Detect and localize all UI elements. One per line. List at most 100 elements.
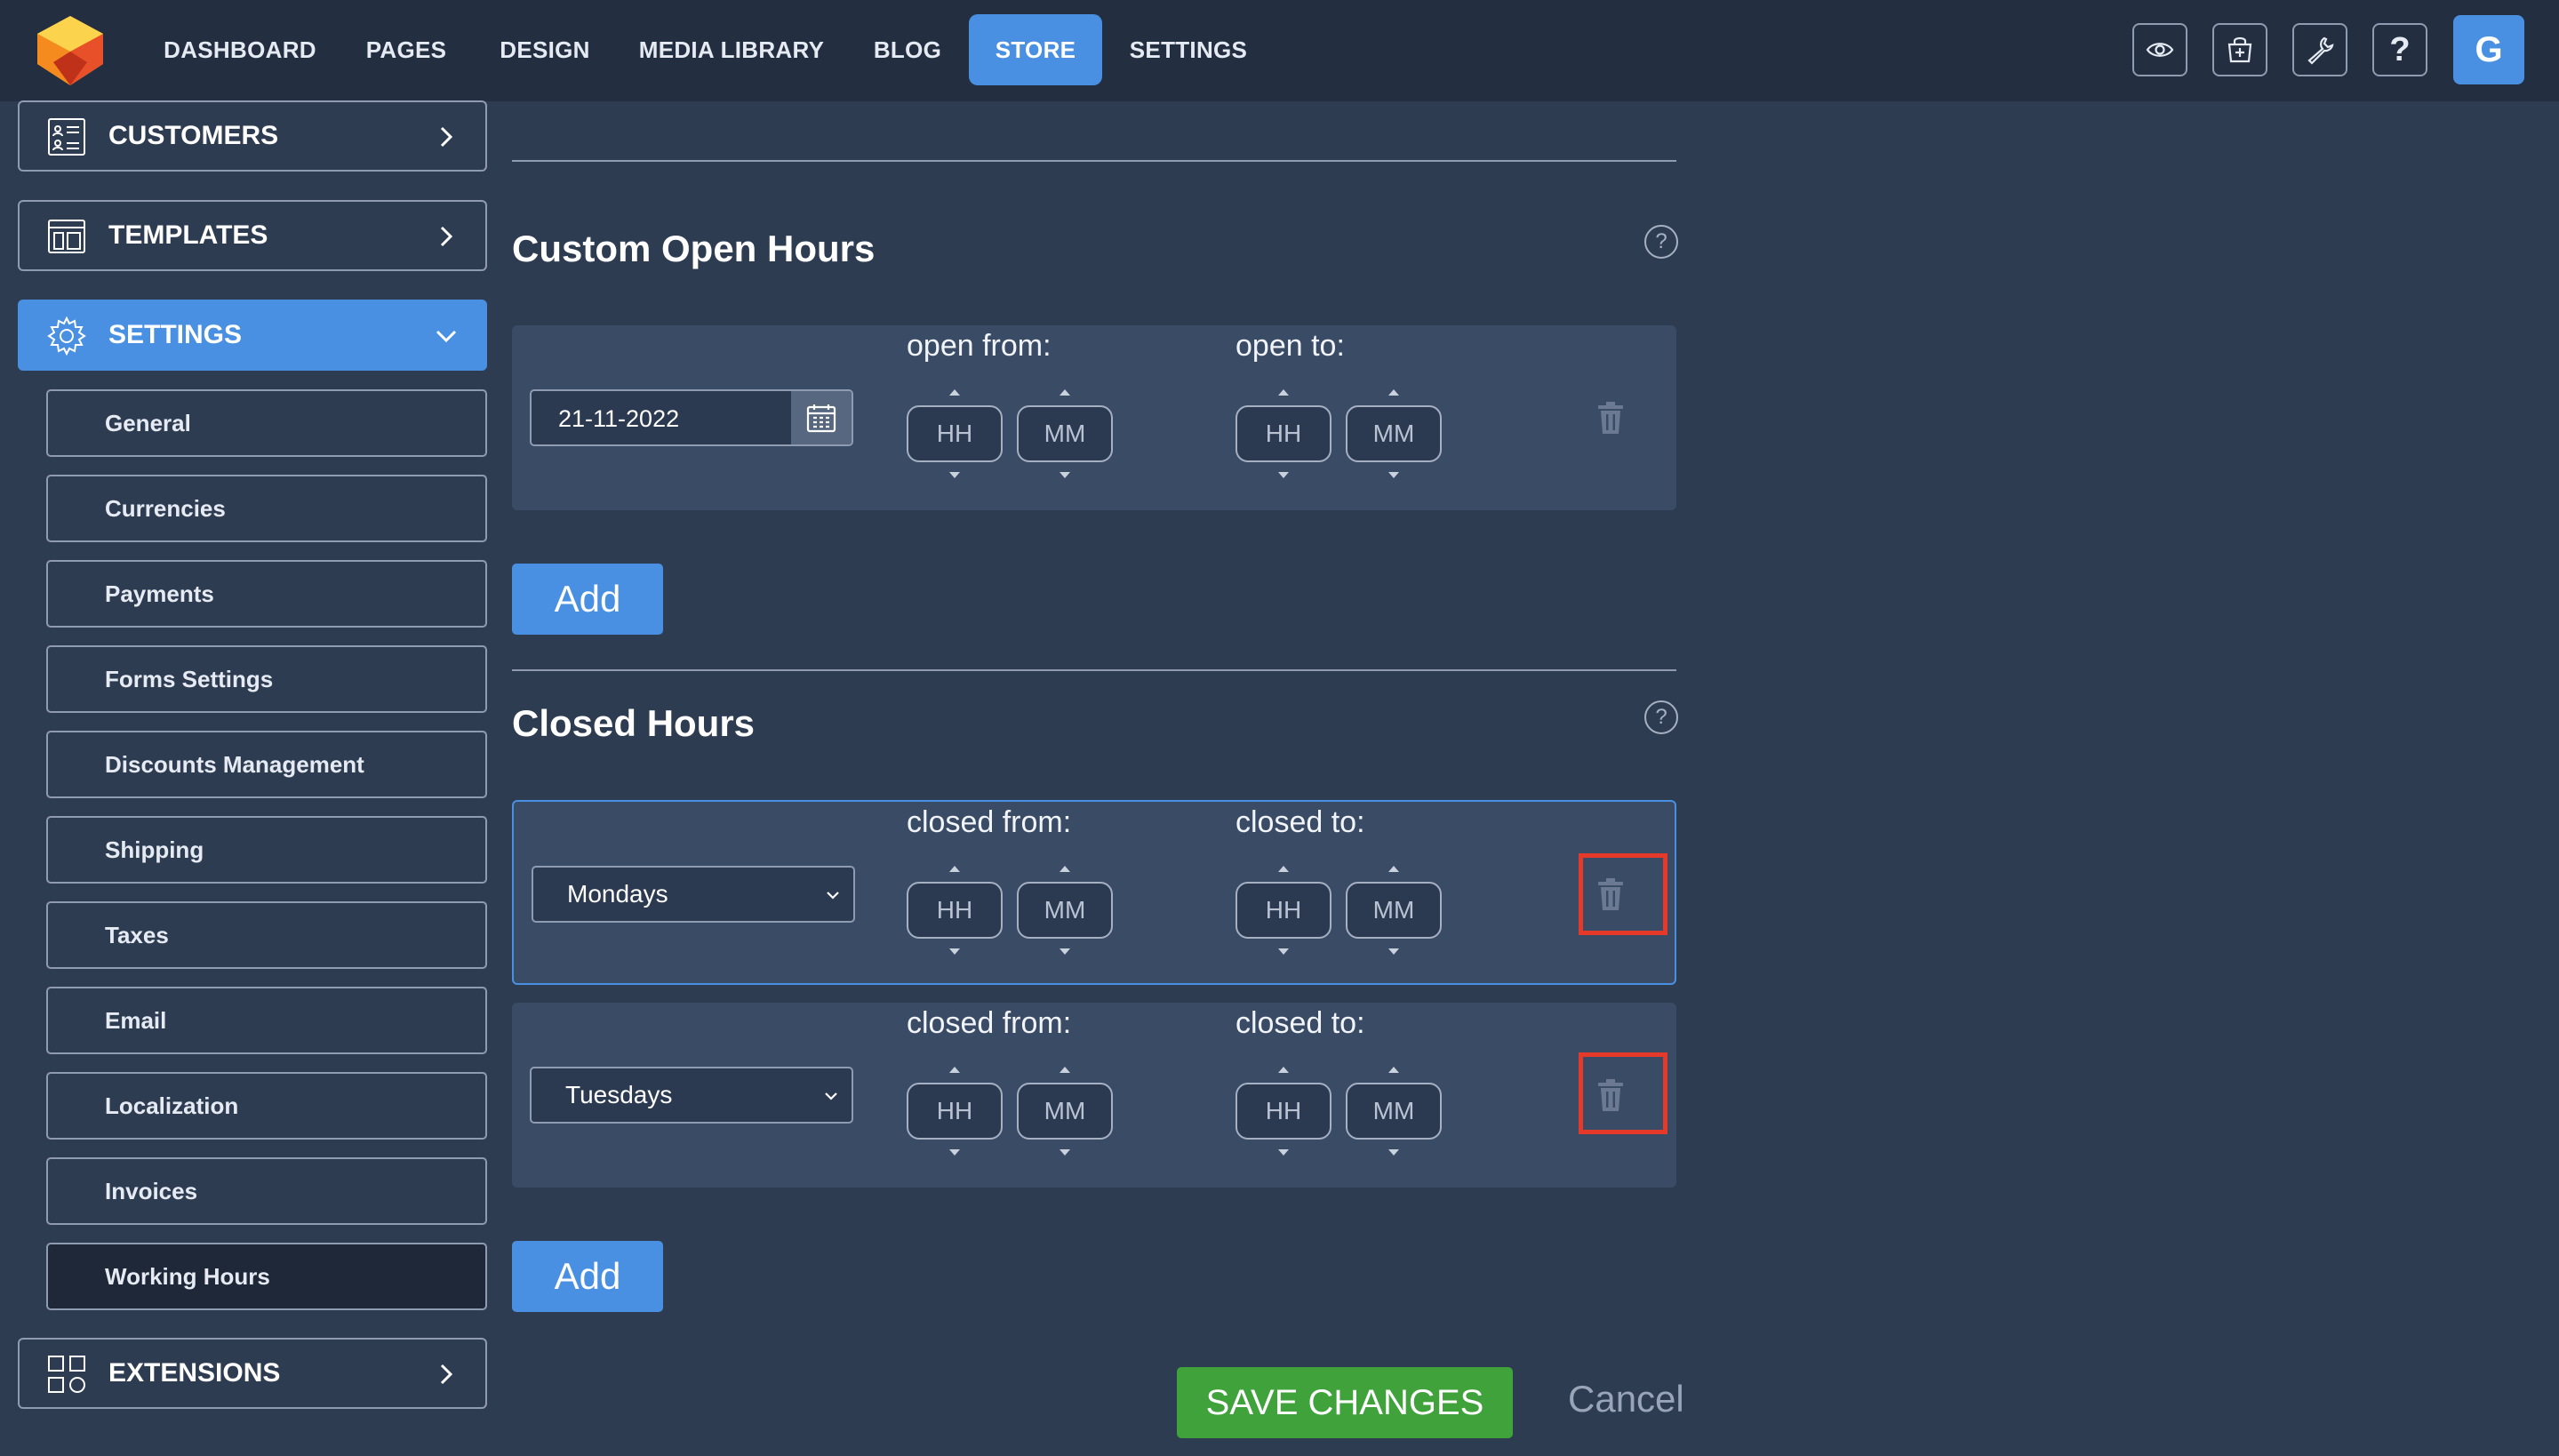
caret-up-icon[interactable]	[946, 862, 964, 875]
sidebar-item-taxes[interactable]: Taxes	[46, 901, 487, 969]
closed-hours-title: Closed Hours	[512, 702, 756, 744]
sidebar-item-general[interactable]: General	[46, 389, 487, 457]
nav-blog[interactable]: BLOG	[862, 14, 953, 85]
gear-icon	[47, 316, 86, 356]
minute-input[interactable]: MM	[1346, 405, 1442, 462]
caret-down-icon[interactable]	[946, 946, 964, 958]
caret-up-icon[interactable]	[1056, 1063, 1074, 1076]
caret-up-icon[interactable]	[1275, 1063, 1292, 1076]
caret-up-icon[interactable]	[1385, 1063, 1403, 1076]
caret-down-icon[interactable]	[1275, 1147, 1292, 1159]
sidebar-section-templates[interactable]: TEMPLATES	[18, 200, 487, 271]
calendar-button[interactable]	[791, 391, 852, 444]
hour-input[interactable]: HH	[1236, 405, 1331, 462]
caret-down-icon[interactable]	[946, 469, 964, 482]
help-icon[interactable]: ?	[1644, 225, 1678, 259]
sidebar-item-forms-settings[interactable]: Forms Settings	[46, 645, 487, 713]
add-custom-open-hours-button[interactable]: Add	[512, 564, 663, 635]
caret-down-icon[interactable]	[946, 1147, 964, 1159]
hour-input[interactable]: HH	[1236, 1083, 1331, 1140]
save-changes-button[interactable]: SAVE CHANGES	[1177, 1367, 1513, 1438]
closed-from-hour-picker: HH	[907, 862, 1003, 958]
shop-add-button[interactable]	[2212, 23, 2267, 76]
chevron-right-icon	[440, 226, 453, 247]
nav-design[interactable]: DESIGN	[491, 14, 599, 85]
caret-up-icon[interactable]	[946, 386, 964, 398]
user-avatar[interactable]: G	[2453, 15, 2524, 84]
minute-input[interactable]: MM	[1346, 1083, 1442, 1140]
caret-up-icon[interactable]	[1385, 386, 1403, 398]
open-from-label: open from:	[907, 329, 1052, 363]
chevron-down-icon	[436, 330, 457, 343]
date-input[interactable]: 21-11-2022	[530, 389, 853, 446]
minute-input[interactable]: MM	[1346, 882, 1442, 939]
day-select[interactable]: Tuesdays	[530, 1067, 853, 1124]
caret-up-icon[interactable]	[1056, 862, 1074, 875]
minute-input[interactable]: MM	[1017, 882, 1113, 939]
sidebar-item-payments[interactable]: Payments	[46, 560, 487, 628]
sidebar-section-extensions[interactable]: EXTENSIONS	[18, 1338, 487, 1409]
closed-hours-row: Mondays closed from: closed to: HH MM HH…	[512, 800, 1676, 985]
caret-down-icon[interactable]	[1385, 469, 1403, 482]
nav-pages[interactable]: PAGES	[356, 14, 457, 85]
caret-up-icon[interactable]	[1385, 862, 1403, 875]
sidebar-item-email[interactable]: Email	[46, 987, 487, 1054]
caret-up-icon[interactable]	[946, 1063, 964, 1076]
minute-input[interactable]: MM	[1017, 405, 1113, 462]
nav-dashboard[interactable]: DASHBOARD	[158, 14, 322, 85]
closed-from-minute-picker: MM	[1017, 1063, 1113, 1159]
caret-up-icon[interactable]	[1275, 386, 1292, 398]
sidebar-section-customers[interactable]: CUSTOMERS	[18, 100, 487, 172]
chevron-right-icon	[440, 1364, 453, 1385]
help-icon: ?	[2389, 30, 2411, 68]
caret-up-icon[interactable]	[1275, 862, 1292, 875]
closed-from-label: closed from:	[907, 1006, 1072, 1040]
caret-up-icon[interactable]	[1056, 386, 1074, 398]
caret-down-icon[interactable]	[1056, 1147, 1074, 1159]
caret-down-icon[interactable]	[1056, 469, 1074, 482]
hour-input[interactable]: HH	[907, 1083, 1003, 1140]
sidebar-item-currencies[interactable]: Currencies	[46, 475, 487, 542]
nav-store[interactable]: STORE	[969, 14, 1102, 85]
caret-down-icon[interactable]	[1275, 469, 1292, 482]
sidebar-item-working-hours[interactable]: Working Hours	[46, 1243, 487, 1310]
hour-input[interactable]: HH	[1236, 882, 1331, 939]
nav-media-library[interactable]: MEDIA LIBRARY	[633, 14, 830, 85]
sidebar-item-shipping[interactable]: Shipping	[46, 816, 487, 884]
tools-button[interactable]	[2292, 23, 2347, 76]
cancel-link[interactable]: Cancel	[1568, 1378, 1684, 1420]
sidebar-section-label: SETTINGS	[108, 320, 243, 349]
hour-input[interactable]: HH	[907, 405, 1003, 462]
closed-to-minute-picker: MM	[1346, 1063, 1442, 1159]
sidebar-section-settings[interactable]: SETTINGS	[18, 300, 487, 371]
sidebar-section-label: TEMPLATES	[108, 220, 268, 250]
caret-down-icon[interactable]	[1056, 946, 1074, 958]
preview-button[interactable]	[2132, 23, 2187, 76]
customers-list-icon	[48, 118, 85, 156]
templates-icon	[48, 220, 85, 253]
minute-input[interactable]: MM	[1017, 1083, 1113, 1140]
app-logo-icon[interactable]	[32, 12, 108, 89]
closed-to-hour-picker: HH	[1236, 1063, 1331, 1159]
hour-input[interactable]: HH	[907, 882, 1003, 939]
nav-settings[interactable]: SETTINGS	[1122, 14, 1255, 85]
help-icon[interactable]: ?	[1644, 700, 1678, 734]
chevron-right-icon	[440, 126, 453, 148]
add-closed-hours-button[interactable]: Add	[512, 1241, 663, 1312]
closed-to-hour-picker: HH	[1236, 862, 1331, 958]
closed-from-label: closed from:	[907, 805, 1072, 839]
caret-down-icon[interactable]	[1385, 946, 1403, 958]
sidebar-item-invoices[interactable]: Invoices	[46, 1157, 487, 1225]
sidebar-item-discounts-management[interactable]: Discounts Management	[46, 731, 487, 798]
trash-icon[interactable]	[1596, 400, 1625, 436]
open-to-label: open to:	[1236, 329, 1345, 363]
day-select[interactable]: Mondays	[532, 866, 855, 923]
caret-down-icon[interactable]	[1385, 1147, 1403, 1159]
caret-down-icon[interactable]	[1275, 946, 1292, 958]
top-navbar: DASHBOARD PAGES DESIGN MEDIA LIBRARY BLO…	[0, 0, 2559, 101]
trash-icon[interactable]	[1596, 876, 1625, 912]
sidebar-item-localization[interactable]: Localization	[46, 1072, 487, 1140]
trash-icon[interactable]	[1596, 1077, 1625, 1113]
help-button[interactable]: ?	[2372, 23, 2427, 76]
open-to-minute-picker: MM	[1346, 386, 1442, 482]
